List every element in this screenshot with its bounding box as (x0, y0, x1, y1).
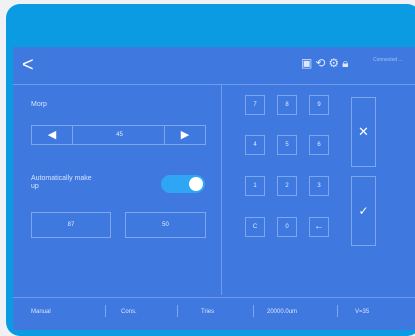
key-0[interactable]: 0 (277, 217, 297, 237)
stepper-value: 45 (116, 132, 123, 138)
key-4[interactable]: 4 (245, 135, 265, 155)
key-5[interactable]: 5 (277, 135, 297, 155)
footer-separator (337, 305, 338, 317)
footer-mode[interactable]: Manual (31, 309, 51, 315)
bottom-divider (13, 297, 415, 298)
key-2[interactable]: 2 (277, 176, 297, 196)
screen: < ▣ ⟲ ⚙ 🔒︎ Connected ... Morp ◀ 45 ▶ Aut… (13, 47, 415, 330)
key-8[interactable]: 8 (277, 95, 297, 115)
status-text: Connected ... (373, 57, 403, 63)
back-button[interactable]: < (22, 55, 34, 75)
key-6[interactable]: 6 (309, 135, 329, 155)
footer-tries[interactable]: Tries (201, 309, 214, 315)
key-7[interactable]: 7 (245, 95, 265, 115)
footer-separator (177, 305, 178, 317)
top-bar: < ▣ ⟲ ⚙ 🔒︎ Connected ... (13, 47, 415, 85)
footer-cons[interactable]: Cons. (121, 309, 137, 315)
lock-icon[interactable]: 🔒︎ (342, 56, 348, 70)
footer-separator (253, 305, 254, 317)
toggle-label: Automatically make up (31, 175, 92, 190)
auto-makeup-toggle[interactable] (161, 175, 205, 193)
decrement-button[interactable]: ◀ (32, 126, 73, 144)
increment-button[interactable]: ▶ (164, 126, 205, 144)
key-1[interactable]: 1 (245, 176, 265, 196)
key-clear[interactable]: C (245, 217, 265, 237)
morp-label: Morp (31, 101, 47, 108)
footer-distance[interactable]: 20000.0um (267, 309, 297, 315)
settings-icon[interactable]: ⚙ (328, 56, 339, 70)
key-backspace[interactable]: ← (309, 217, 329, 237)
field-a[interactable]: 87 (31, 212, 111, 238)
footer-separator (105, 305, 106, 317)
footer-speed[interactable]: V=35 (355, 309, 369, 315)
morp-stepper[interactable]: ◀ 45 ▶ (31, 125, 206, 145)
key-9[interactable]: 9 (309, 95, 329, 115)
refresh-icon[interactable]: ⟲ (315, 56, 325, 70)
status-icons: ▣ ⟲ ⚙ 🔒︎ (301, 56, 349, 70)
cancel-button[interactable]: ✕ (351, 97, 376, 167)
save-icon[interactable]: ▣ (301, 56, 312, 70)
field-b[interactable]: 50 (125, 212, 206, 238)
confirm-button[interactable]: ✓ (351, 176, 376, 246)
panel-separator (221, 85, 222, 295)
key-3[interactable]: 3 (309, 176, 329, 196)
toggle-knob (189, 177, 203, 191)
